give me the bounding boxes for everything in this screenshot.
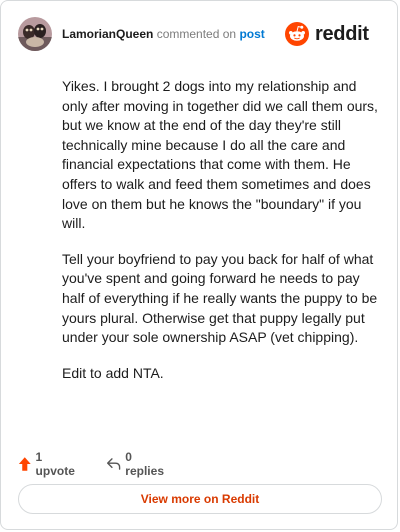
comment-paragraph: Tell your boyfriend to pay you back for … (62, 250, 378, 346)
commented-on-text: commented on (156, 27, 237, 41)
replies-button[interactable]: 0 replies (106, 450, 167, 478)
replies-count: 0 replies (125, 450, 164, 478)
comment-paragraph: Edit to add NTA. (62, 364, 164, 381)
upvote-button[interactable]: 1 upvote (18, 450, 77, 478)
reddit-wordmark: reddit (315, 23, 369, 45)
comment-meta: LamorianQueen commented on post (62, 27, 265, 41)
view-more-button[interactable]: View more on Reddit (18, 484, 382, 514)
comment-body: Yikes. I brought 2 dogs into my relation… (62, 77, 380, 399)
comment-header: LamorianQueen commented on post reddit (18, 17, 381, 51)
upvote-arrow-icon (18, 457, 31, 471)
username-link[interactable]: LamorianQueen (62, 27, 153, 41)
comment-paragraph: Yikes. I brought 2 dogs into my relation… (62, 78, 378, 232)
reddit-logo-icon (285, 22, 309, 46)
avatar[interactable] (18, 17, 52, 51)
reddit-brand[interactable]: reddit (285, 22, 381, 46)
upvote-count: 1 upvote (35, 450, 75, 478)
comment-card: LamorianQueen commented on post reddit Y… (0, 0, 398, 530)
post-link[interactable]: post (239, 27, 264, 41)
reply-icon (107, 458, 121, 470)
